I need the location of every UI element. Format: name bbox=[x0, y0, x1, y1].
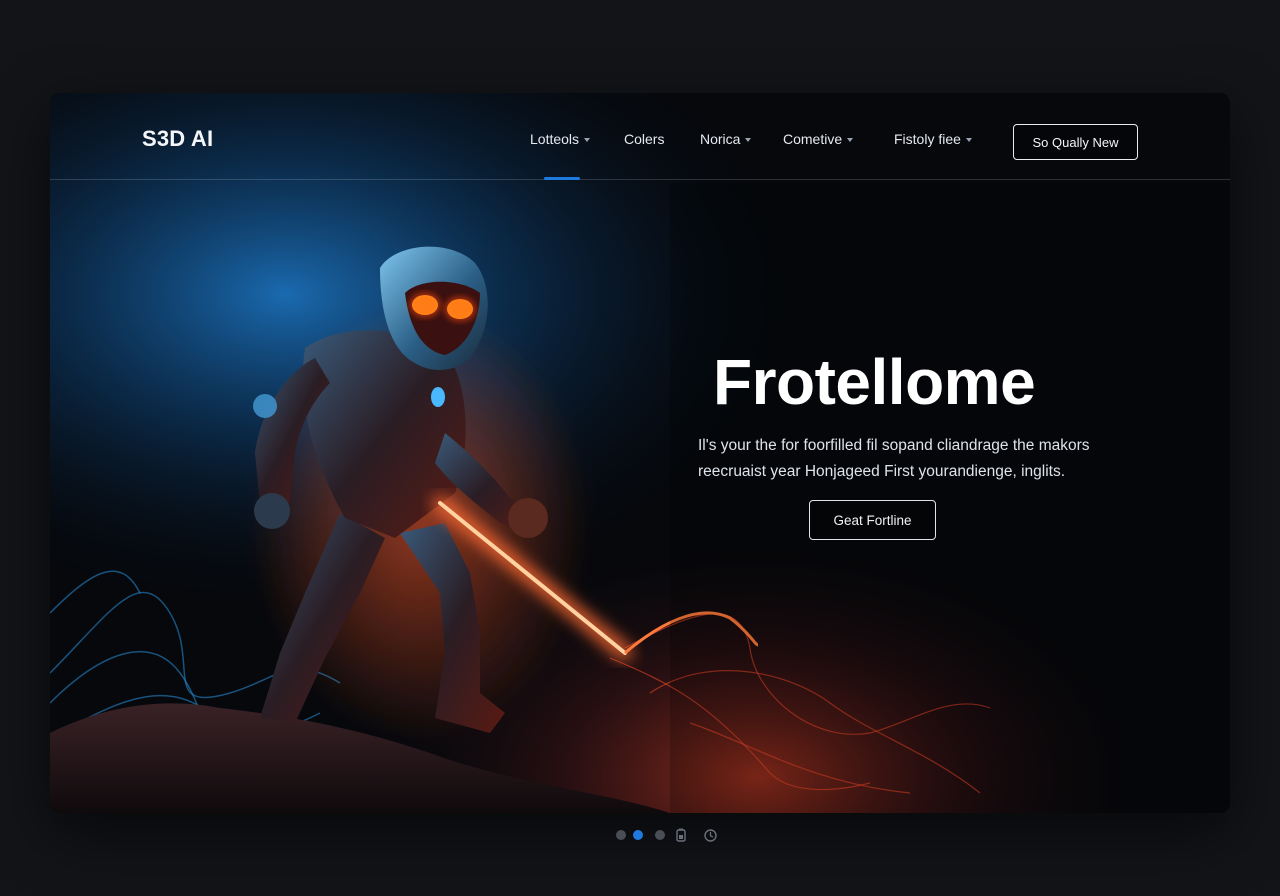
site-header: S3D AI Lotteols Colers Norica Cometive F… bbox=[50, 93, 1230, 180]
nav-item-label: Colers bbox=[624, 131, 665, 147]
pager-dot-2[interactable] bbox=[633, 830, 643, 840]
nav-item-label: Cometive bbox=[783, 131, 843, 147]
nav-item-label: Lotteols bbox=[530, 131, 580, 147]
chevron-down-icon bbox=[847, 137, 854, 142]
nav-item-label: Norica bbox=[700, 131, 741, 147]
nav-item-lotteols[interactable]: Lotteols bbox=[530, 131, 591, 147]
nav-item-fistoly[interactable]: Fistoly fiee bbox=[894, 131, 972, 147]
nav-item-colers[interactable]: Colers bbox=[624, 131, 664, 147]
hero-cta-button[interactable]: Geat Fortline bbox=[809, 500, 936, 540]
header-cta-button[interactable]: So Qually New bbox=[1013, 124, 1138, 160]
pager-dot-3[interactable] bbox=[655, 830, 665, 840]
hero-description: Il's your the for foorfilled fil sopand … bbox=[698, 437, 1090, 480]
hero-window: S3D AI Lotteols Colers Norica Cometive F… bbox=[50, 93, 1230, 813]
pager-dot-1[interactable] bbox=[616, 830, 626, 840]
battery-icon[interactable] bbox=[676, 828, 686, 842]
nav-item-label: Fistoly fiee bbox=[894, 131, 961, 147]
nav-item-norica[interactable]: Norica bbox=[700, 131, 752, 147]
hero-title: Frotellome bbox=[713, 346, 1036, 418]
chevron-down-icon bbox=[965, 137, 972, 142]
clock-icon[interactable] bbox=[704, 829, 717, 842]
nav-active-indicator bbox=[544, 177, 580, 180]
chevron-down-icon bbox=[745, 137, 752, 142]
nav-item-cometive[interactable]: Cometive bbox=[783, 131, 854, 147]
chevron-down-icon bbox=[584, 137, 591, 142]
